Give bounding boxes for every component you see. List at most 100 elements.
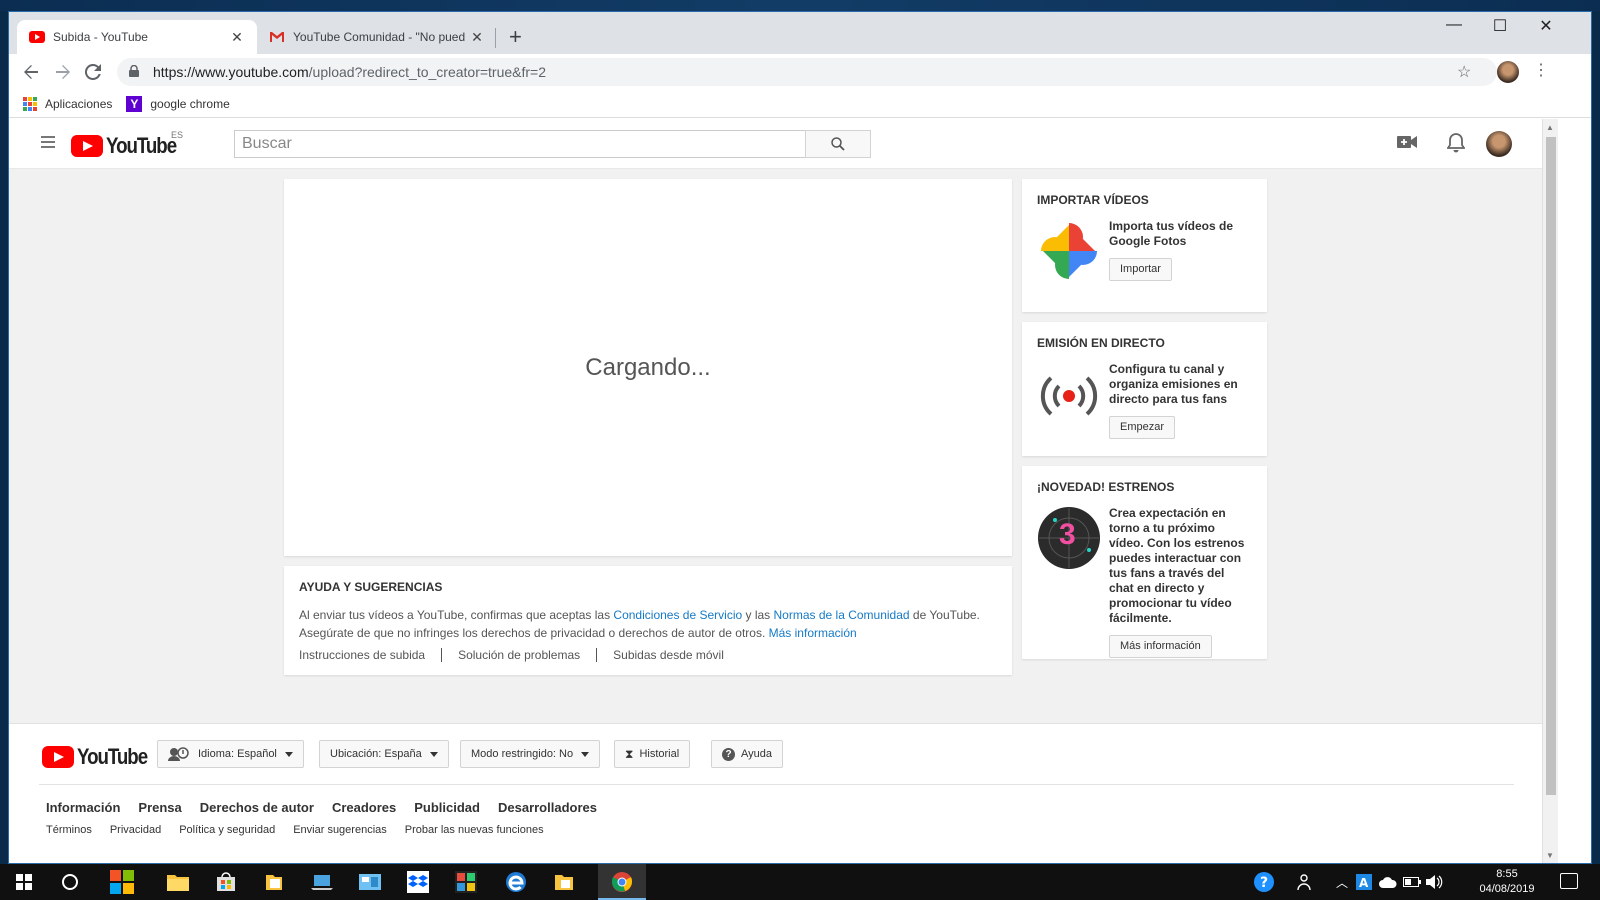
battery-icon[interactable] bbox=[1400, 870, 1424, 894]
live-title: EMISIÓN EN DIRECTO bbox=[1037, 336, 1165, 350]
footer-link-copyright[interactable]: Derechos de autor bbox=[200, 800, 314, 815]
help-label: Ayuda bbox=[741, 748, 772, 760]
maximize-icon[interactable]: ☐ bbox=[1477, 16, 1523, 36]
youtube-footer: YouTube Idioma: Español Ubicación: Españ… bbox=[9, 723, 1542, 863]
footer-link-creators[interactable]: Creadores bbox=[332, 800, 396, 815]
onedrive-cloud-icon[interactable] bbox=[1376, 870, 1400, 894]
footer-link-new-features[interactable]: Probar las nuevas funciones bbox=[405, 824, 544, 836]
help-text-part: Al enviar tus vídeos a YouTube, confirma… bbox=[299, 608, 614, 622]
forward-arrow-icon[interactable] bbox=[51, 60, 75, 84]
footer-primary-links: Información Prensa Derechos de autor Cre… bbox=[46, 800, 615, 815]
search-button[interactable] bbox=[805, 130, 871, 158]
help-title: AYUDA Y SUGERENCIAS bbox=[299, 580, 443, 594]
scrollbar-thumb[interactable] bbox=[1546, 137, 1556, 795]
countdown-number: 3 bbox=[1059, 518, 1076, 551]
hamburger-menu-icon[interactable] bbox=[41, 136, 55, 151]
people-icon[interactable] bbox=[1294, 870, 1318, 894]
file-explorer-icon[interactable] bbox=[166, 870, 190, 894]
footer-link-informacion[interactable]: Información bbox=[46, 800, 120, 815]
region-code: ES bbox=[171, 130, 184, 140]
bookmark-apps[interactable]: Aplicaciones bbox=[23, 96, 113, 111]
more-info-link[interactable]: Más información bbox=[769, 626, 857, 640]
footer-link-prensa[interactable]: Prensa bbox=[138, 800, 181, 815]
tray-chevron-up-icon[interactable]: ︿ bbox=[1330, 870, 1354, 894]
search-placeholder: Buscar bbox=[242, 135, 292, 152]
youtube-logo-text: YouTube bbox=[77, 744, 148, 769]
page-scrollbar[interactable]: ▲ ▼ bbox=[1542, 119, 1558, 863]
upload-instructions-link[interactable]: Instrucciones de subida bbox=[299, 648, 441, 662]
bookmark-star-icon[interactable]: ☆ bbox=[1457, 62, 1471, 82]
reload-icon[interactable] bbox=[81, 60, 105, 84]
community-guidelines-link[interactable]: Normas de la Comunidad bbox=[774, 608, 910, 622]
footer-link-advertising[interactable]: Publicidad bbox=[414, 800, 480, 815]
laptop-app-icon[interactable] bbox=[310, 870, 334, 894]
tab-strip: Subida - YouTube ✕ YouTube Comunidad - "… bbox=[9, 12, 1591, 54]
edge-browser-icon[interactable] bbox=[504, 870, 528, 894]
mobile-uploads-link[interactable]: Subidas desde móvil bbox=[596, 648, 740, 662]
footer-link-terms[interactable]: Términos bbox=[46, 824, 92, 836]
address-bar[interactable]: https://www.youtube.com/upload?redirect_… bbox=[117, 58, 1497, 86]
tab-title: Subida - YouTube bbox=[53, 30, 148, 44]
premieres-title: ¡NOVEDAD! ESTRENOS bbox=[1037, 480, 1175, 494]
restricted-mode-button[interactable]: Modo restringido: No bbox=[460, 740, 601, 768]
tab-subida-youtube[interactable]: Subida - YouTube ✕ bbox=[17, 20, 257, 54]
help-links: Instrucciones de subida Solución de prob… bbox=[299, 648, 997, 662]
search-icon bbox=[831, 137, 845, 151]
help-text-part: y las bbox=[742, 608, 774, 622]
minimize-icon[interactable]: — bbox=[1431, 16, 1477, 34]
terms-of-service-link[interactable]: Condiciones de Servicio bbox=[613, 608, 742, 622]
upload-video-icon[interactable] bbox=[1397, 133, 1417, 154]
live-broadcast-icon bbox=[1037, 362, 1101, 426]
chrome-menu-icon[interactable]: ⋮ bbox=[1533, 60, 1549, 80]
action-center-icon[interactable] bbox=[1560, 873, 1578, 889]
photo-app-icon[interactable] bbox=[454, 870, 478, 894]
colorful-app-icon[interactable] bbox=[110, 870, 134, 894]
start-button[interactable]: Empezar bbox=[1109, 416, 1176, 439]
more-info-button[interactable]: Más información bbox=[1109, 635, 1212, 658]
scroll-up-arrow-icon[interactable]: ▲ bbox=[1546, 123, 1554, 132]
dropbox-icon[interactable] bbox=[406, 870, 430, 894]
store-icon[interactable] bbox=[214, 870, 238, 894]
footer-link-privacy[interactable]: Privacidad bbox=[110, 824, 161, 836]
bookmark-label: Aplicaciones bbox=[45, 96, 113, 111]
file-manager-icon[interactable] bbox=[552, 870, 576, 894]
dropdown-caret-icon bbox=[581, 751, 590, 757]
control-panel-icon[interactable] bbox=[358, 870, 382, 894]
documents-icon[interactable] bbox=[262, 870, 286, 894]
scroll-down-arrow-icon[interactable]: ▼ bbox=[1546, 851, 1554, 860]
bookmark-google-chrome[interactable]: Y google chrome bbox=[126, 95, 230, 112]
tray-app-a-icon[interactable]: A bbox=[1352, 870, 1376, 894]
search-input[interactable]: Buscar bbox=[234, 130, 806, 158]
language-picker-button[interactable]: Idioma: Español bbox=[157, 740, 304, 768]
help-tray-icon[interactable]: ? bbox=[1252, 870, 1276, 894]
tab-youtube-comunidad[interactable]: YouTube Comunidad - "No pued ✕ bbox=[257, 20, 497, 54]
bookmark-label: google chrome bbox=[150, 96, 230, 111]
google-photos-icon bbox=[1037, 219, 1101, 283]
back-arrow-icon[interactable] bbox=[19, 60, 43, 84]
windows-start-icon[interactable] bbox=[12, 870, 36, 894]
profile-avatar[interactable] bbox=[1497, 61, 1519, 83]
footer-link-developers[interactable]: Desarrolladores bbox=[498, 800, 597, 815]
chrome-taskbar-icon[interactable] bbox=[610, 870, 634, 894]
loading-text: Cargando... bbox=[585, 353, 711, 381]
troubleshooting-link[interactable]: Solución de problemas bbox=[441, 648, 596, 662]
new-tab-icon[interactable]: + bbox=[509, 26, 522, 48]
help-button[interactable]: ? Ayuda bbox=[711, 740, 783, 768]
footer-link-feedback[interactable]: Enviar sugerencias bbox=[293, 824, 387, 836]
url-host: https://www.youtube.com bbox=[153, 64, 309, 80]
footer-link-policy[interactable]: Política y seguridad bbox=[179, 824, 275, 836]
volume-icon[interactable] bbox=[1422, 870, 1446, 894]
search-circle-icon[interactable] bbox=[58, 870, 82, 894]
import-button[interactable]: Importar bbox=[1109, 258, 1172, 281]
system-clock[interactable]: 8:55 04/08/2019 bbox=[1472, 867, 1542, 897]
location-picker-button[interactable]: Ubicación: España bbox=[319, 740, 449, 768]
account-avatar[interactable] bbox=[1486, 131, 1512, 157]
notifications-bell-icon[interactable] bbox=[1446, 133, 1466, 158]
history-label: Historial bbox=[639, 748, 680, 760]
footer-youtube-logo[interactable]: YouTube bbox=[42, 744, 159, 770]
close-window-icon[interactable]: ✕ bbox=[1523, 16, 1569, 36]
close-tab-icon[interactable]: ✕ bbox=[469, 29, 485, 46]
history-button[interactable]: ⧗ Historial bbox=[614, 740, 691, 768]
youtube-logo-text: YouTube bbox=[106, 133, 177, 158]
close-tab-icon[interactable]: ✕ bbox=[229, 29, 245, 46]
